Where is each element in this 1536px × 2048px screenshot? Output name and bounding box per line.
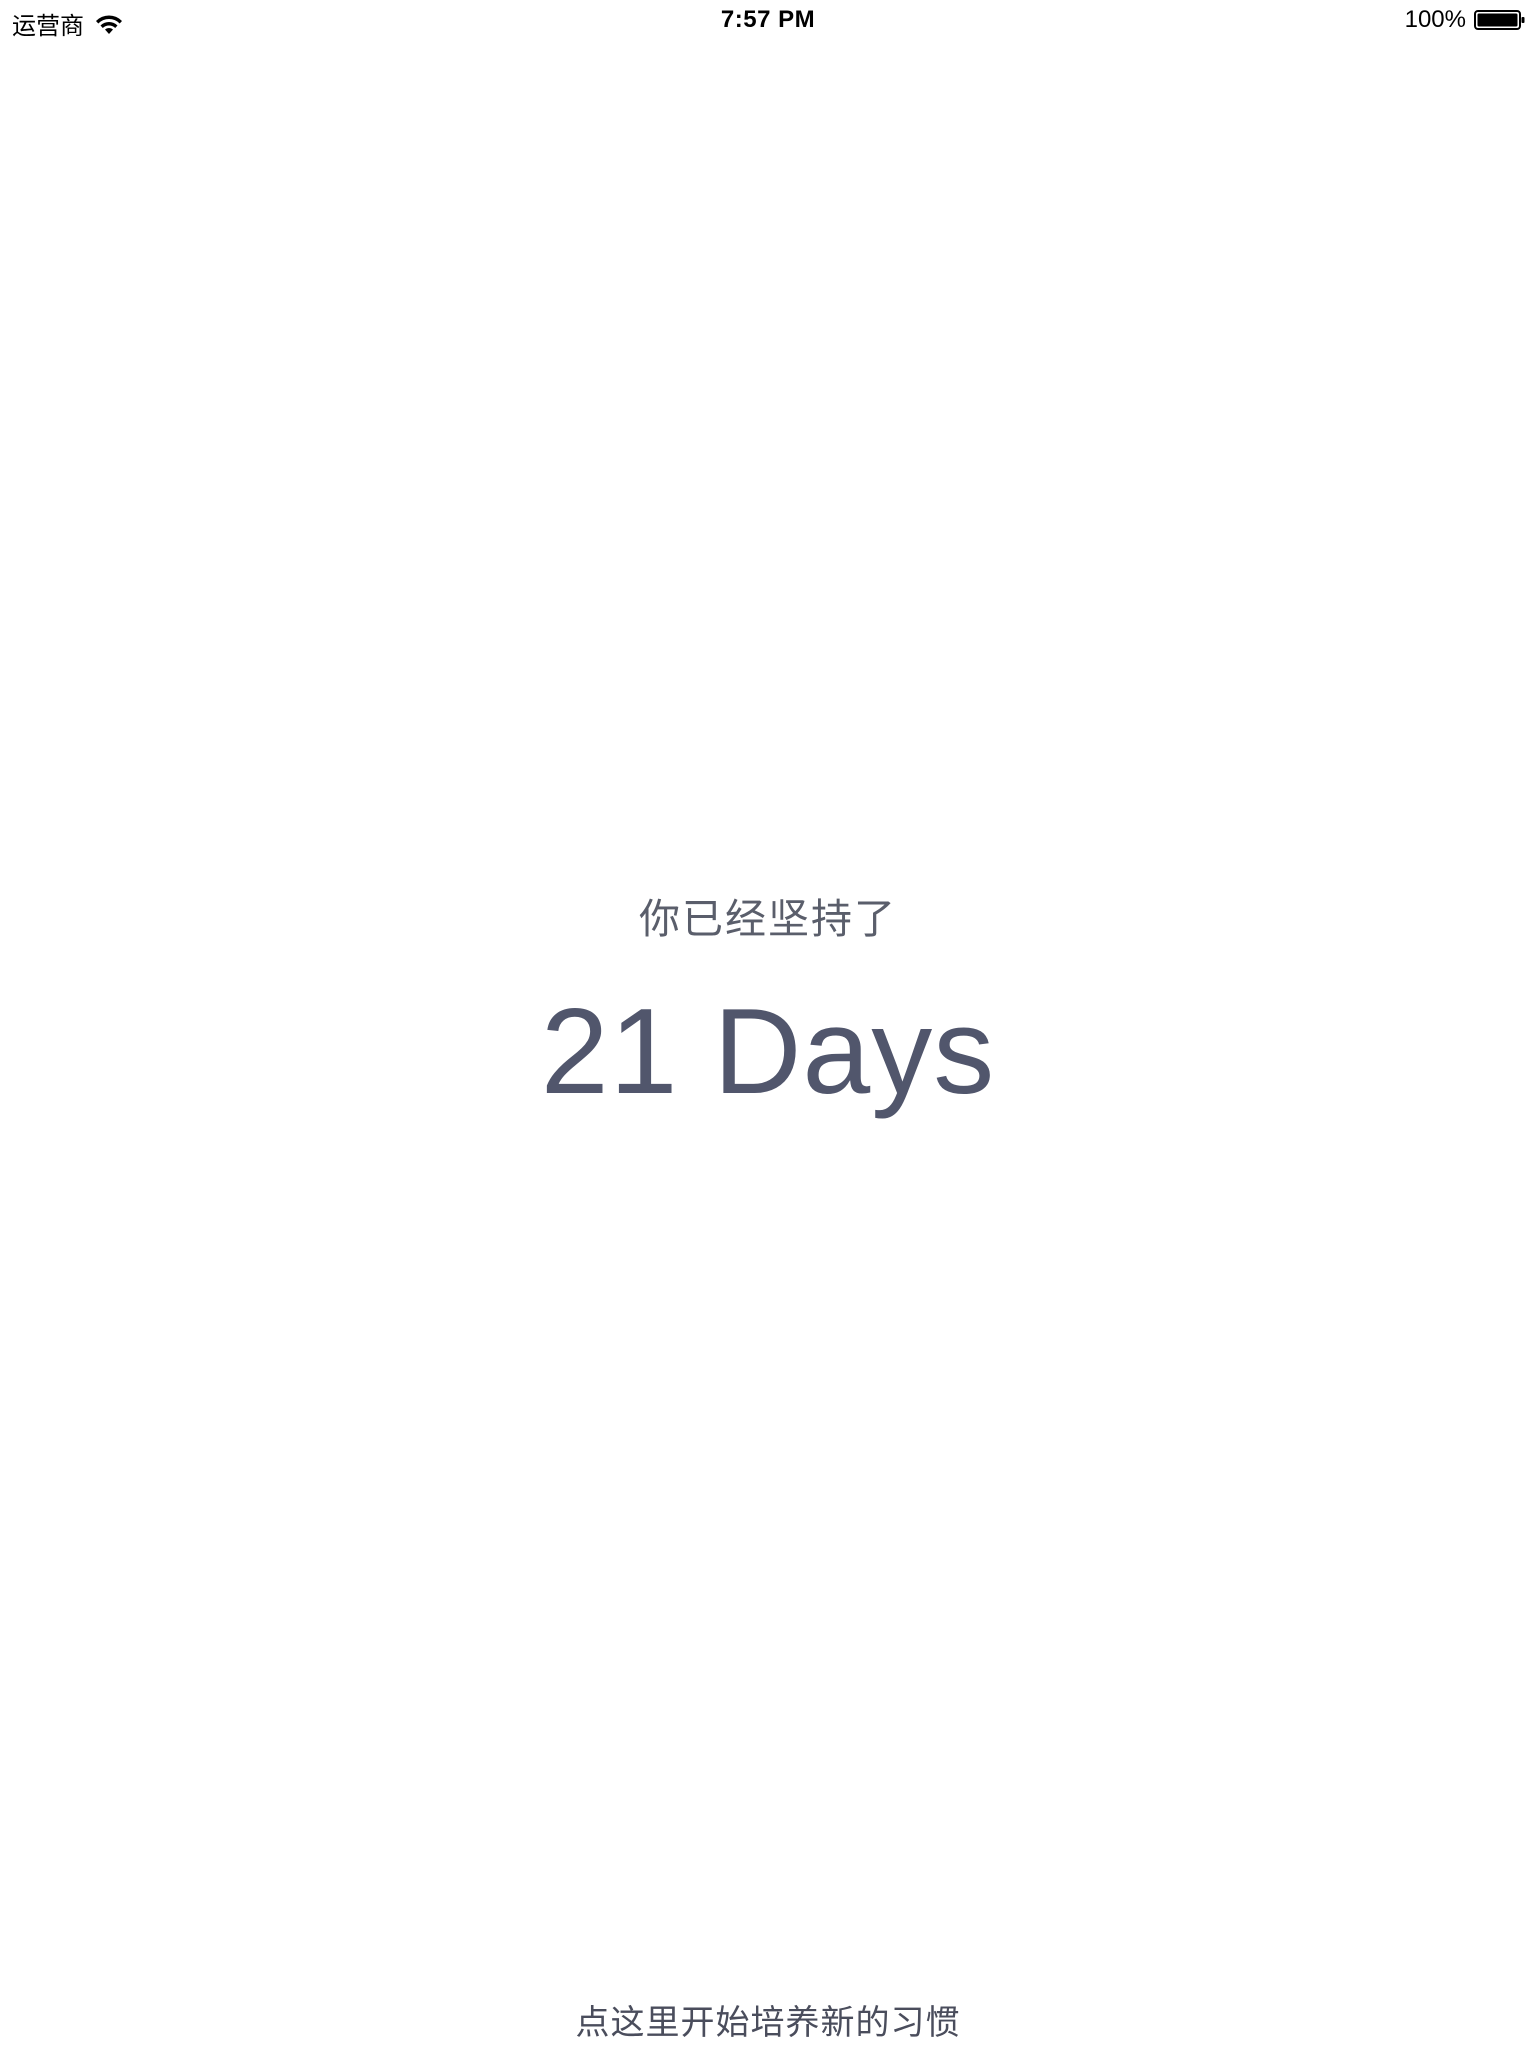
status-bar: 运营商 7:57 PM 100% [0,0,1536,40]
battery-percent: 100% [1404,6,1466,33]
status-time: 7:57 PM [720,6,816,33]
start-new-habit-button[interactable]: 点这里开始培养新的习惯 [0,1995,1536,2044]
streak-days-count: 21 Days [540,983,996,1119]
battery-group: 100% [1405,6,1526,34]
battery-icon [1474,10,1525,30]
streak-headline: 你已经坚持了 [639,896,897,942]
battery-fill [1477,13,1518,27]
